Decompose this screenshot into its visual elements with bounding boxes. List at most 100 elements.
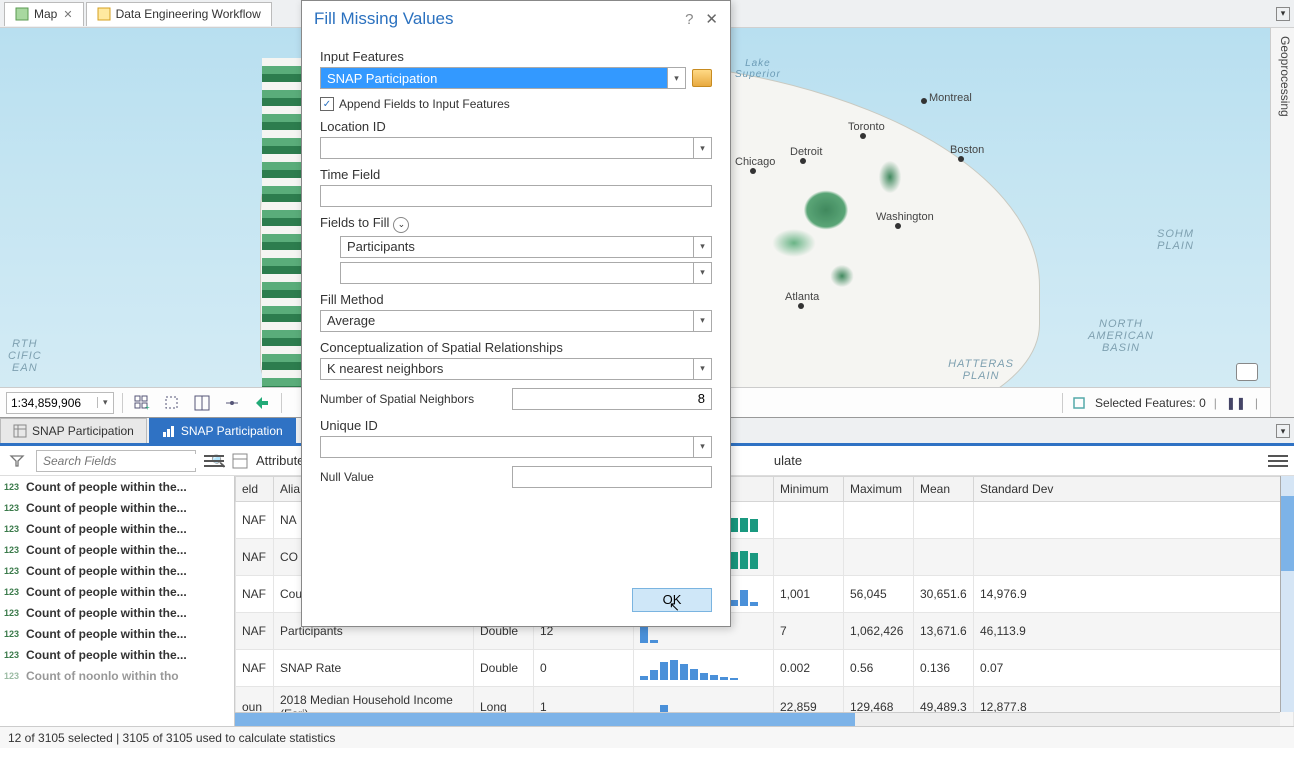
label-append: Append Fields to Input Features	[339, 97, 510, 111]
collapse-icon[interactable]: ▾	[1276, 424, 1290, 438]
unique-id-combo[interactable]: ▾	[320, 436, 712, 458]
append-checkbox[interactable]: ✓	[320, 97, 334, 111]
map-scale[interactable]: ▾	[6, 392, 114, 414]
scale-input[interactable]	[7, 396, 97, 410]
chevron-down-icon[interactable]: ▾	[693, 237, 711, 257]
menu-icon[interactable]	[1268, 452, 1288, 470]
tab-label: Data Engineering Workflow	[116, 7, 261, 21]
location-id-combo[interactable]: ▾	[320, 137, 712, 159]
pause-icon[interactable]: ❚❚	[1225, 392, 1247, 414]
list-item[interactable]: 123Count of people within the...	[0, 518, 234, 539]
snap-tool[interactable]	[221, 392, 243, 414]
popup-icon[interactable]	[1236, 363, 1258, 381]
field-to-fill-combo-2[interactable]: ▾	[340, 262, 712, 284]
list-item[interactable]: 123Count of people within the...	[0, 497, 234, 518]
close-icon[interactable]: ✕	[63, 8, 72, 21]
list-item[interactable]: 123Count of people within the...	[0, 476, 234, 497]
chevron-down-icon[interactable]: ▾	[693, 437, 711, 457]
chevron-down-icon[interactable]: ▾	[693, 138, 711, 158]
lake-label: Lake Superior	[735, 58, 781, 80]
city-label: Toronto	[848, 121, 885, 133]
dialog-titlebar[interactable]: Fill Missing Values ? ✕	[302, 1, 730, 37]
map-icon	[15, 7, 29, 21]
collapse-icon[interactable]: ▾	[1276, 7, 1290, 21]
num-neighbors-input[interactable]	[512, 388, 712, 410]
ocean-label: RTH CIFIC EAN	[8, 338, 42, 374]
list-item[interactable]: 123Count of people within the...	[0, 539, 234, 560]
col-std[interactable]: Standard Dev	[974, 477, 1294, 502]
numeric-icon: 123	[4, 587, 22, 597]
tab-snap-stats[interactable]: SNAP Participation	[149, 418, 296, 443]
search-input[interactable]	[37, 454, 206, 468]
tab-label: SNAP Participation	[181, 424, 283, 438]
chevron-down-icon[interactable]: ⌄	[393, 217, 409, 233]
fill-method-combo[interactable]: Average▾	[320, 310, 712, 332]
table-row[interactable]: NAFSNAP RateDouble00.0020.560.1360.07	[236, 650, 1294, 687]
tab-workflow[interactable]: Data Engineering Workflow	[86, 2, 272, 26]
chevron-down-icon[interactable]: ▾	[693, 359, 711, 379]
list-item[interactable]: 123Count of people within the...	[0, 623, 234, 644]
numeric-icon: 123	[4, 629, 22, 639]
selected-features-label: Selected Features: 0	[1095, 396, 1206, 410]
col-mean[interactable]: Mean	[914, 477, 974, 502]
city-label: Boston	[950, 144, 984, 156]
col-field[interactable]: eld	[236, 477, 274, 502]
selection-icon	[1071, 395, 1087, 411]
list-item[interactable]: 123Count of people within the...	[0, 560, 234, 581]
numeric-icon: 123	[4, 503, 22, 513]
label-unique-id: Unique ID	[320, 418, 712, 433]
spatial-rel-combo[interactable]: K nearest neighbors▾	[320, 358, 712, 380]
search-fields[interactable]: 🔍	[36, 450, 196, 472]
help-icon[interactable]: ?	[685, 11, 693, 28]
field-list[interactable]: 123Count of people within the... 123Coun…	[0, 476, 235, 726]
stats-icon	[162, 424, 176, 438]
label-spatial-rel: Conceptualization of Spatial Relationshi…	[320, 340, 712, 355]
null-value-input[interactable]	[512, 466, 712, 488]
select-tool[interactable]	[161, 392, 183, 414]
layout-tool[interactable]	[191, 392, 213, 414]
chevron-down-icon[interactable]: ▾	[693, 263, 711, 283]
calculate-label: ulate	[774, 453, 802, 468]
tab-label: SNAP Participation	[32, 424, 134, 438]
menu-icon[interactable]	[204, 452, 224, 470]
numeric-icon: 123	[4, 566, 22, 576]
list-item[interactable]: 123Count of noonlo within tho	[0, 665, 234, 686]
table-icon	[13, 424, 27, 438]
numeric-icon: 123	[4, 524, 22, 534]
tab-snap-table[interactable]: SNAP Participation	[0, 418, 147, 443]
input-features-combo[interactable]: SNAP Participation▾	[320, 67, 686, 89]
numeric-icon: 123	[4, 608, 22, 618]
vertical-scrollbar[interactable]	[1280, 476, 1294, 712]
chevron-down-icon[interactable]: ▾	[97, 397, 113, 408]
ocean-label: HATTERAS PLAIN	[948, 358, 1014, 382]
label-time-field: Time Field	[320, 167, 712, 182]
city-label: Detroit	[790, 146, 822, 158]
city-label: Montreal	[929, 92, 972, 104]
geoprocessing-panel[interactable]: Geoprocessing	[1270, 28, 1294, 418]
ok-button[interactable]: OK↖	[632, 588, 712, 612]
filter-icon[interactable]	[6, 450, 28, 472]
horizontal-scrollbar[interactable]	[235, 712, 1280, 726]
chevron-down-icon[interactable]: ▾	[693, 311, 711, 331]
dialog-title: Fill Missing Values	[314, 9, 685, 29]
browse-folder-icon[interactable]	[692, 69, 712, 87]
close-icon[interactable]: ✕	[705, 10, 718, 28]
city-label: Chicago	[735, 156, 775, 168]
col-max[interactable]: Maximum	[844, 477, 914, 502]
city-label: Atlanta	[785, 291, 819, 303]
tab-map[interactable]: Map ✕	[4, 2, 84, 26]
workflow-icon	[97, 7, 111, 21]
list-item[interactable]: 123Count of people within the...	[0, 581, 234, 602]
svg-text:+: +	[145, 403, 150, 411]
time-field-input[interactable]	[320, 185, 712, 207]
chevron-down-icon[interactable]: ▾	[667, 68, 685, 88]
grid-tool[interactable]: +	[131, 392, 153, 414]
numeric-icon: 123	[4, 545, 22, 555]
field-to-fill-combo[interactable]: Participants▾	[340, 236, 712, 258]
dir-tool[interactable]	[251, 392, 273, 414]
list-item[interactable]: 123Count of people within the...	[0, 602, 234, 623]
col-min[interactable]: Minimum	[774, 477, 844, 502]
ocean-label: SOHM PLAIN	[1157, 228, 1194, 252]
fill-missing-values-dialog: Fill Missing Values ? ✕ Input Features S…	[301, 0, 731, 627]
list-item[interactable]: 123Count of people within the...	[0, 644, 234, 665]
